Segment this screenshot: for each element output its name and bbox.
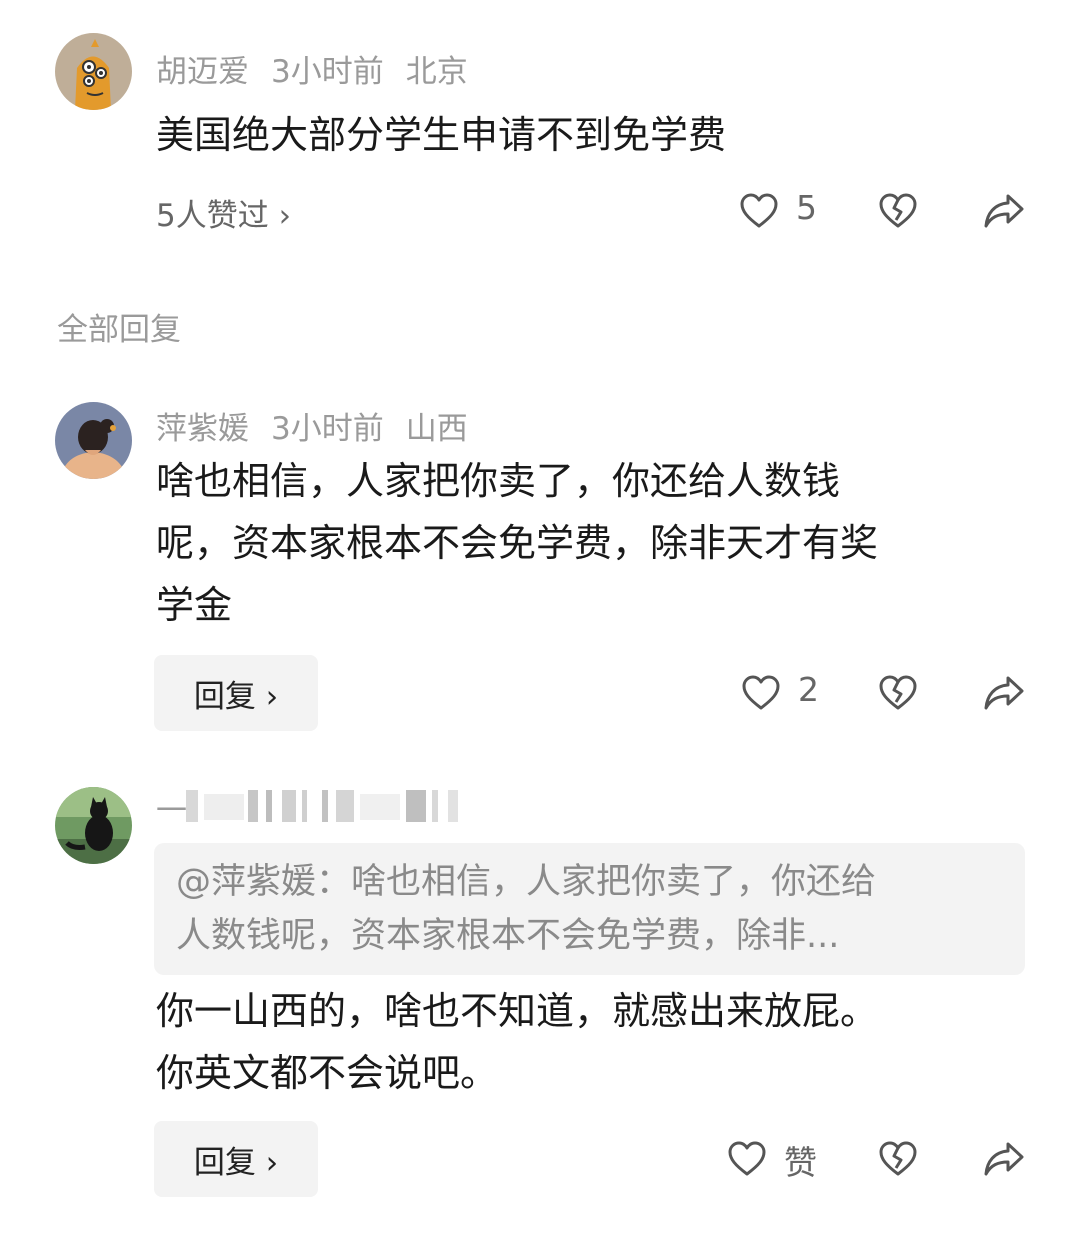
reply2-actions: 赞	[720, 1132, 1040, 1192]
redacted-username-blur	[186, 790, 458, 822]
avatar-mascot-image	[55, 33, 132, 110]
broken-heart-icon[interactable]	[877, 1138, 919, 1180]
avatar-woman-image	[55, 402, 132, 479]
heart-outline-icon[interactable]	[738, 190, 780, 232]
reply1-text-line: 啥也相信，人家把你卖了，你还给人数钱	[156, 459, 841, 503]
comment1-actions: 5	[720, 184, 1040, 244]
share-arrow-icon[interactable]	[982, 672, 1026, 714]
reply2-text-line: 你一山西的，啥也不知道，就感出来放屁。	[156, 989, 879, 1033]
reply1-like-count: 2	[798, 670, 819, 709]
heart-outline-icon[interactable]	[740, 672, 782, 714]
reply1-actions: 2	[720, 666, 1040, 726]
share-arrow-icon[interactable]	[982, 1138, 1026, 1180]
comment1-meta: 胡迈爱 3小时前 北京	[156, 46, 490, 91]
reply2-text: 你一山西的，啥也不知道，就感出来放屁。 你英文都不会说吧。	[156, 980, 1036, 1104]
reply2-text-line: 你英文都不会说吧。	[156, 1051, 499, 1095]
share-arrow-icon[interactable]	[982, 190, 1026, 232]
avatar-reply1[interactable]	[55, 402, 132, 479]
reply1-text-line: 呢，资本家根本不会免学费，除非天才有奖	[156, 521, 879, 565]
comment1-username[interactable]: 胡迈爱	[156, 54, 249, 90]
quoted-reply-line: 人数钱呢，资本家根本不会免学费，除非...	[176, 916, 840, 956]
reply1-text-line: 学金	[156, 583, 233, 627]
reply1-username[interactable]: 萍紫媛	[156, 411, 249, 447]
broken-heart-icon[interactable]	[877, 672, 919, 714]
comment1-likers-link[interactable]: 5人赞过 ›	[156, 190, 291, 235]
all-replies-title: 全部回复	[57, 312, 181, 348]
avatar-reply2[interactable]	[55, 787, 132, 864]
comment1-text: 美国绝大部分学生申请不到免学费	[156, 113, 727, 157]
quoted-reply[interactable]: @萍紫媛：啥也相信，人家把你卖了，你还给 人数钱呢，资本家根本不会免学费，除非.…	[154, 843, 1025, 975]
comment1-like-count: 5	[796, 188, 817, 227]
reply2-like-label[interactable]: 赞	[784, 1136, 817, 1184]
reply1-location: 山西	[405, 411, 468, 447]
reply1-text: 啥也相信，人家把你卖了，你还给人数钱 呢，资本家根本不会免学费，除非天才有奖 学…	[156, 450, 1036, 636]
avatar-cat-image	[55, 787, 132, 864]
broken-heart-icon[interactable]	[877, 190, 919, 232]
comment1-location: 北京	[405, 54, 468, 90]
heart-outline-icon[interactable]	[726, 1138, 768, 1180]
comment1-time: 3小时前	[271, 54, 384, 90]
reply1-reply-button[interactable]: 回复 ›	[154, 655, 318, 731]
reply1-time: 3小时前	[271, 411, 384, 447]
reply1-meta: 萍紫媛 3小时前 山西	[156, 403, 490, 448]
quoted-reply-line: @萍紫媛：啥也相信，人家把你卖了，你还给	[176, 862, 877, 902]
avatar-comment1[interactable]	[55, 33, 132, 110]
reply2-reply-button[interactable]: 回复 ›	[154, 1121, 318, 1197]
